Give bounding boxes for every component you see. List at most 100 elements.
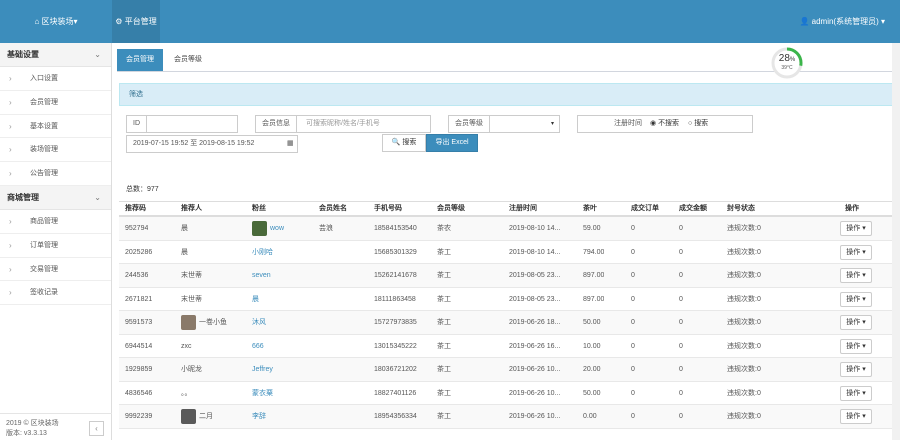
cell-tea: 0.00 [583, 405, 597, 428]
sidebar-item-entry[interactable]: › 入口设置 [0, 67, 111, 91]
cell-text: 18584153540 [374, 225, 417, 232]
cell-fan[interactable]: 沐风 [252, 311, 266, 334]
cell-level: 茶工 [437, 264, 451, 287]
table-body: 952794 晨 wow 芸浪 18584153540 茶农 2019-08-10 14..… [119, 217, 893, 429]
caret-down-icon: ▾ [860, 389, 866, 397]
sidebar-item-label: 公告管理 [30, 170, 58, 178]
member-level-select[interactable]: 会员等级 ▾ [448, 115, 560, 133]
cell-status: 违规次数:0 [727, 241, 761, 264]
cell-text: 18111863458 [374, 295, 416, 303]
cell-orders: 0 [631, 382, 635, 405]
cell-text: Jeffrey [252, 366, 273, 373]
sidebar-item-trades[interactable]: › 交易管理 [0, 258, 111, 282]
radio-search[interactable]: ○ 搜索 [688, 116, 708, 132]
cell-text: 10.00 [583, 342, 601, 350]
gauge-temperature: 39°C [781, 65, 793, 71]
sidebar-item-basic-settings[interactable]: › 基本设置 [0, 115, 111, 139]
cell-text: 897.00 [583, 272, 605, 279]
cell-text: 18827401126 [374, 389, 417, 397]
cell-orders: 0 [631, 217, 635, 240]
sidebar-group-mall[interactable]: 商城管理 ⌄ [0, 185, 111, 210]
chevron-right-icon: › [9, 145, 12, 155]
cell-text: 茶工 [437, 272, 451, 279]
chevron-right-icon: › [9, 240, 12, 250]
sidebar-item-receipts[interactable]: › 签收记录 [0, 281, 111, 306]
cell-orders: 0 [631, 405, 635, 428]
row-action-button[interactable]: 操作 ▾ [840, 338, 872, 354]
home-icon: ⌂ [34, 17, 42, 26]
cell-code: 2025286 [125, 241, 152, 264]
sidebar-item-members[interactable]: › 会员管理 [0, 91, 111, 115]
cell-text: 50.00 [583, 389, 601, 397]
member-info-label: 会员信息 [256, 116, 297, 132]
id-field[interactable]: ID [126, 115, 238, 133]
sidebar-item-announcements[interactable]: › 公告管理 [0, 162, 111, 186]
cell-fan[interactable]: 蒙衣粟 [252, 382, 273, 405]
cell-level: 茶工 [437, 288, 451, 311]
cell-orders: 0 [631, 241, 635, 264]
cell-fan[interactable]: 李辞 [252, 405, 266, 428]
cell-text: 2019-08-05 23... [509, 295, 561, 303]
row-action-button[interactable]: 操作 ▾ [840, 221, 872, 236]
cell-amount: 0 [679, 241, 683, 264]
sidebar-item-orders[interactable]: › 订单管理 [0, 234, 111, 258]
search-button[interactable]: 🔍 搜索 [382, 134, 426, 152]
row-action-button[interactable]: 操作 ▾ [840, 409, 872, 424]
cell-fan[interactable]: 晨 [252, 288, 259, 311]
cell-code: 244536 [125, 264, 148, 287]
cell-text: 897.00 [583, 295, 605, 303]
vertical-scrollbar[interactable] [892, 43, 900, 440]
cell-text: 。。 [181, 389, 192, 397]
cell-fan[interactable]: seven [252, 264, 271, 287]
date-range-field[interactable]: 2019-07-15 19:52 至 2019-08-15 19:52 ▦ [126, 135, 298, 153]
cell-fan[interactable]: Jeffrey [252, 358, 273, 381]
cell-orders: 0 [631, 335, 635, 358]
cell-fan[interactable]: wow [252, 217, 284, 240]
cell-text: 蒙衣粟 [252, 389, 273, 397]
cell-tea: 897.00 [583, 288, 604, 311]
cell-ref: 小昵龙 [181, 358, 202, 381]
row-action-button[interactable]: 操作 ▾ [840, 315, 872, 330]
nav-platform-management[interactable]: ⚙ 平台管理 [112, 0, 160, 43]
tab-members[interactable]: 会员管理 [117, 49, 163, 71]
table-row: 2025286 晨 小刚哈 15685301329 茶工 2019-08-10 14...… [119, 241, 893, 264]
collapse-sidebar-button[interactable]: ‹ [89, 421, 104, 436]
cell-status: 违规次数:0 [727, 264, 761, 287]
cell-text: 茶工 [437, 413, 451, 420]
row-action-button[interactable]: 操作 ▾ [840, 268, 872, 283]
cell-text: 李辞 [252, 413, 266, 420]
row-action-button[interactable]: 操作 ▾ [840, 385, 872, 401]
tab-member-levels[interactable]: 会员等级 [165, 49, 211, 71]
cell-code: 952794 [125, 217, 148, 240]
row-action-button[interactable]: 操作 ▾ [840, 244, 872, 260]
row-action-button[interactable]: 操作 ▾ [840, 362, 872, 377]
cell-text: 0 [631, 342, 635, 350]
cell-text: 茶工 [437, 342, 451, 350]
cell-text: 0 [631, 319, 635, 326]
caret-down-icon: ▾ [551, 121, 555, 127]
export-excel-button[interactable]: 导出 Excel [426, 134, 478, 152]
user-menu[interactable]: 👤 admin(系统管理员) ▾ [799, 0, 885, 43]
cell-status: 违规次数:0 [727, 217, 761, 240]
sidebar-item-venue[interactable]: › 装场管理 [0, 138, 111, 163]
radio-no-search[interactable]: ◉ 不搜索 [650, 116, 679, 132]
cell-phone: 15685301329 [374, 241, 417, 264]
cell-text: 2019-06-26 10... [509, 366, 561, 373]
cell-fan[interactable]: 小刚哈 [252, 241, 273, 264]
cell-text: 茶工 [437, 319, 451, 326]
sidebar-item-products[interactable]: › 商品管理 [0, 210, 111, 234]
sidebar-group-basic[interactable]: 基础设置 ⌄ [0, 43, 111, 67]
cell-text: 违规次数:0 [727, 295, 761, 303]
cell-text: 59.00 [583, 225, 601, 232]
table-row: 6944514 zxc 666 13015345222 茶工 2019-06-26 16.… [119, 335, 893, 358]
cell-code: 4836546 [125, 382, 152, 405]
cell-fan[interactable]: 666 [252, 335, 264, 358]
sidebar-group-label: 商城管理 [7, 192, 39, 202]
row-action-button[interactable]: 操作 ▾ [840, 291, 872, 307]
brand-menu[interactable]: ⌂ 区块装场▾ [0, 0, 112, 43]
member-info-field[interactable]: 会员信息 可搜索昵称/姓名/手机号 [255, 115, 431, 133]
column-header: 茶叶 [583, 205, 597, 212]
sidebar-item-label: 商品管理 [30, 217, 58, 225]
brand-label: 区块装场 [41, 17, 74, 26]
cell-text: zxc [181, 342, 192, 350]
